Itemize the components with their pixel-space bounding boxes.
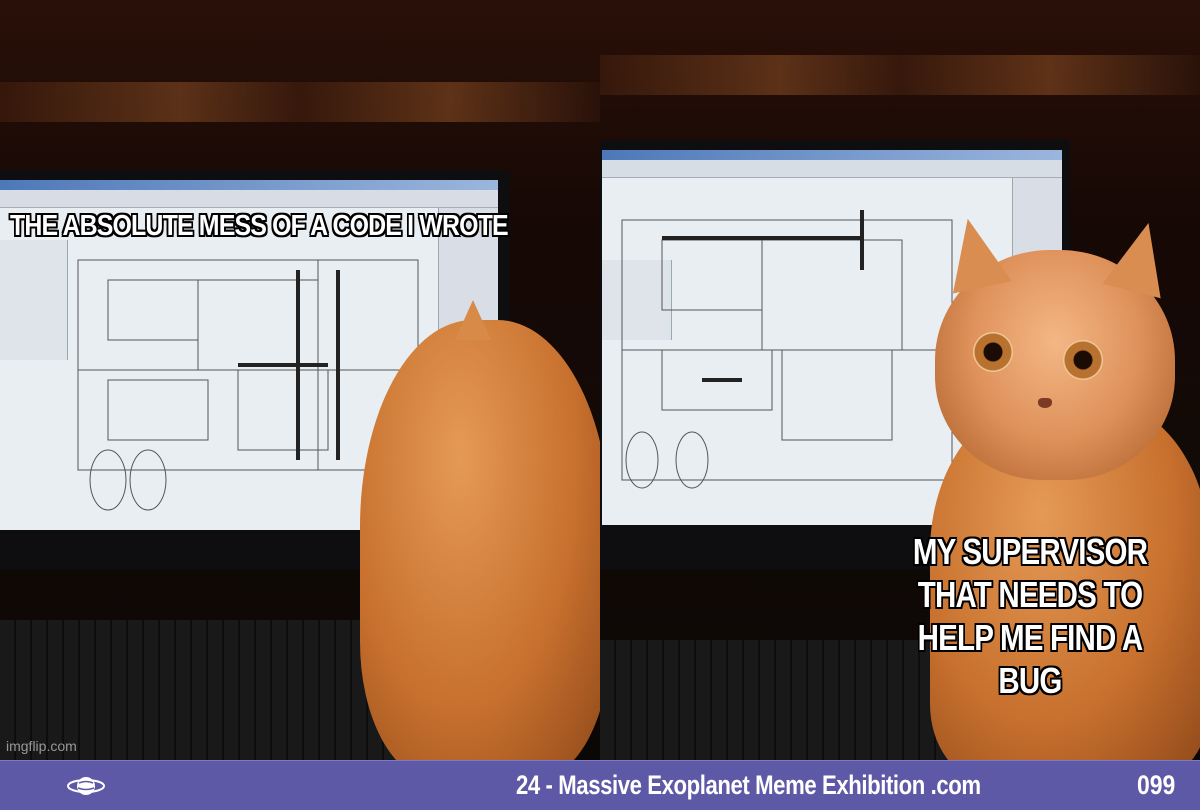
footer-title: 24 - Massive Exoplanet Meme Exhibition .… bbox=[516, 770, 981, 800]
bottom-caption: MY SUPERVISOR THAT NEEDS TO HELP ME FIND… bbox=[912, 531, 1148, 701]
exhibition-footer: 24 - Massive Exoplanet Meme Exhibition .… bbox=[0, 760, 1200, 810]
curtain bbox=[600, 55, 1200, 95]
top-caption: THE ABSOLUTE MESS OF A CODE I WROTE bbox=[10, 210, 509, 242]
cat-ear bbox=[455, 300, 491, 340]
imgflip-watermark: imgflip.com bbox=[6, 738, 77, 754]
cat-back-view bbox=[360, 320, 600, 760]
left-panel bbox=[0, 0, 600, 760]
planet-logo-icon bbox=[67, 777, 105, 795]
cat-nose bbox=[1038, 398, 1052, 408]
meme-image: THE ABSOLUTE MESS OF A CODE I WROTE MY S… bbox=[0, 0, 1200, 760]
cat-right-eye bbox=[1063, 340, 1103, 380]
curtain bbox=[0, 82, 600, 122]
page-number: 099 bbox=[1137, 770, 1176, 800]
cat-left-eye bbox=[973, 332, 1013, 372]
